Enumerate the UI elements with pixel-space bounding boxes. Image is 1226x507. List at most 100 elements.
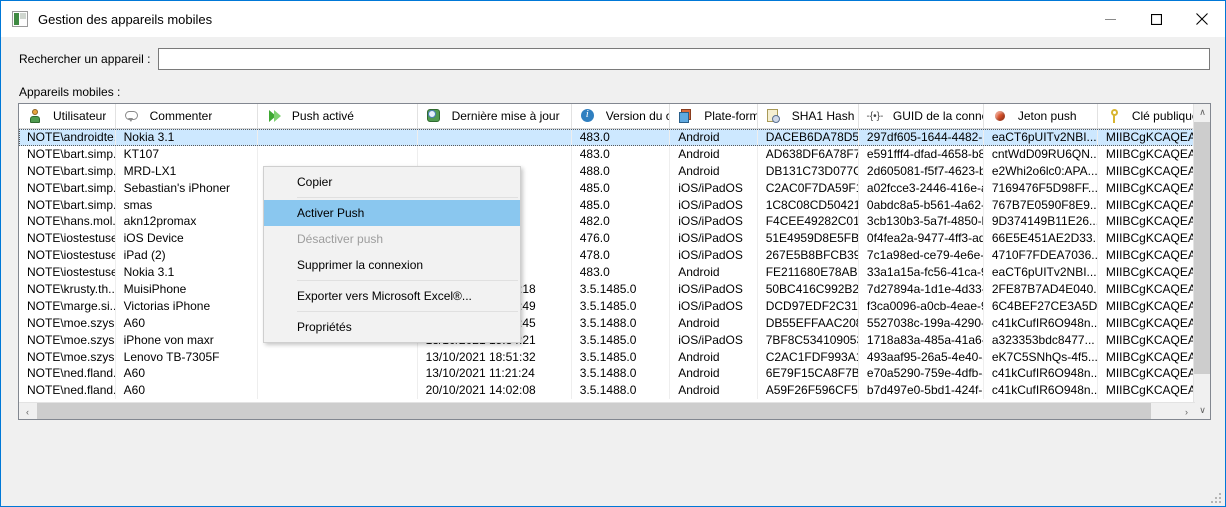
window-title: Gestion des appareils mobiles bbox=[38, 11, 213, 27]
cell-platform: iOS/iPadOS bbox=[670, 213, 758, 231]
cell-sha1: A59F26F596CF5... bbox=[758, 382, 859, 399]
cell-platform: Android bbox=[670, 314, 758, 332]
table-row[interactable]: NOTE\moe.szyslakiPhone von maxr13/10/202… bbox=[19, 331, 1210, 349]
column-header-0[interactable]: Utilisateur bbox=[19, 104, 116, 128]
cell-guid: 493aaf95-26a5-4e40-a2... bbox=[859, 348, 984, 366]
column-header-3[interactable]: Dernière mise à jour bbox=[418, 104, 572, 128]
scroll-right-arrow-icon[interactable]: › bbox=[1178, 403, 1195, 419]
cell-comment: iOS Device bbox=[116, 230, 258, 248]
cell-guid: a02fcce3-2446-416e-a2... bbox=[859, 179, 984, 197]
column-header-6[interactable]: SHA1 Hash bbox=[758, 104, 859, 128]
table-row[interactable]: NOTE\hans.mol... akn12promax 482.0 iOS/iPad… bbox=[19, 213, 1210, 231]
cell-platform: Android bbox=[670, 348, 758, 366]
context-menu-separator bbox=[297, 280, 518, 281]
minimize-button[interactable] bbox=[1087, 1, 1133, 37]
context-menu-item-5[interactable]: Propriétés bbox=[264, 314, 520, 340]
table-row[interactable]: NOTE\bart.simp... smas 485.0 iOS/iPadOS 1C8C… bbox=[19, 196, 1210, 214]
cell-sha1: DB55EFFAAC208... bbox=[758, 314, 859, 332]
column-header-8[interactable]: Jeton push bbox=[984, 104, 1098, 128]
cell-guid: 33a1a15a-fc56-41ca-92... bbox=[859, 264, 984, 282]
scroll-down-arrow-icon[interactable]: ∨ bbox=[1194, 402, 1210, 419]
cell-token: 7169476F5D98FF... bbox=[984, 179, 1098, 197]
table-row[interactable]: NOTE\bart.simp... KT107 483.0 Android AD638D… bbox=[19, 145, 1210, 163]
cell-guid: 7c1a98ed-ce79-4e6e-a8... bbox=[859, 247, 984, 265]
cell-sha1: 6E79F15CA8F7B... bbox=[758, 365, 859, 383]
cell-platform: Android bbox=[670, 129, 758, 146]
column-header-label: Push activé bbox=[291, 109, 354, 123]
cell-sha1: F4CEE49282C01... bbox=[758, 213, 859, 231]
cell-sha1: DCD97EDF2C317... bbox=[758, 297, 859, 315]
cell-user: NOTE\krusty.th... bbox=[19, 281, 116, 298]
cell-push bbox=[258, 365, 418, 383]
horizontal-scrollbar-thumb[interactable] bbox=[37, 403, 1151, 419]
search-input[interactable] bbox=[158, 48, 1210, 70]
cell-version: 482.0 bbox=[572, 213, 671, 231]
cell-token: eaCT6pUITv2NBI... bbox=[984, 129, 1098, 146]
table-row[interactable]: NOTE\iostestuser iPad (2) 478.0 iOS/iPadOS 2… bbox=[19, 247, 1210, 265]
cell-version: 483.0 bbox=[572, 264, 671, 282]
cell-version: 3.5.1485.0 bbox=[572, 331, 671, 349]
table-row[interactable]: NOTE\bart.simp... MRD-LX1 488.0 Android DB13… bbox=[19, 162, 1210, 180]
cell-push bbox=[258, 348, 418, 366]
horizontal-scrollbar[interactable]: ‹ › bbox=[19, 402, 1195, 419]
hash-document-icon bbox=[766, 108, 782, 124]
cell-platform: Android bbox=[670, 162, 758, 180]
column-header-4[interactable]: Version du client bbox=[572, 104, 671, 128]
cell-version: 476.0 bbox=[572, 230, 671, 248]
table-row[interactable]: NOTE\androidte... Nokia 3.1 483.0 Android DA… bbox=[19, 129, 1210, 146]
column-header-2[interactable]: Push activé bbox=[258, 104, 418, 128]
context-menu-item-0[interactable]: Copier bbox=[264, 169, 520, 195]
column-header-label: GUID de la connexion bbox=[892, 109, 983, 123]
cell-sha1: C2AC0F7DA59F1... bbox=[758, 179, 859, 197]
context-menu-item-1[interactable]: Activer Push bbox=[264, 200, 520, 226]
cell-comment: Sebastian's iPhoner bbox=[116, 179, 258, 197]
resize-grip[interactable] bbox=[1211, 493, 1223, 505]
column-header-label: Plate-forme bbox=[704, 109, 757, 123]
table-row[interactable]: NOTE\iostestuser iOS Device 476.0 iOS/iPadO… bbox=[19, 230, 1210, 248]
cell-version: 483.0 bbox=[572, 129, 671, 146]
cell-version: 3.5.1488.0 bbox=[572, 382, 671, 399]
dialog-body: Rechercher un appareil : Appareils mobil… bbox=[2, 37, 1225, 506]
cell-platform: Android bbox=[670, 365, 758, 383]
cell-user: NOTE\iostestuser bbox=[19, 230, 116, 248]
maximize-button[interactable] bbox=[1133, 1, 1179, 37]
column-header-5[interactable]: Plate-forme bbox=[670, 104, 758, 128]
context-menu-item-3[interactable]: Supprimer la connexion bbox=[264, 252, 520, 278]
platform-icon bbox=[678, 108, 694, 124]
scroll-left-arrow-icon[interactable]: ‹ bbox=[19, 403, 36, 419]
table-row[interactable]: NOTE\krusty.th...MuisiPhone13/10/2021 17… bbox=[19, 281, 1210, 298]
cell-user: NOTE\bart.simp... bbox=[19, 179, 116, 197]
column-header-1[interactable]: Commenter bbox=[116, 104, 258, 128]
context-menu-item-4[interactable]: Exporter vers Microsoft Excel®... bbox=[264, 283, 520, 309]
cell-comment: KT107 bbox=[116, 145, 258, 163]
table-row[interactable]: NOTE\bart.simp... Sebastian's iPhoner 485.… bbox=[19, 179, 1210, 197]
cell-comment: iPhone von maxr bbox=[116, 331, 258, 349]
cell-platform: iOS/iPadOS bbox=[670, 179, 758, 197]
cell-sha1: 1C8C08CD50421... bbox=[758, 196, 859, 214]
cell-token: 2FE87B7AD4E040... bbox=[984, 281, 1098, 298]
vertical-scrollbar-thumb[interactable] bbox=[1194, 122, 1210, 374]
column-header-label: Dernière mise à jour bbox=[451, 109, 560, 123]
cell-token: c41kCufIR6O948n... bbox=[984, 365, 1098, 383]
cell-token: 4710F7FDEA7036... bbox=[984, 247, 1098, 265]
table-row[interactable]: NOTE\iostestuser Nokia 3.1 483.0 Android FE2… bbox=[19, 264, 1210, 282]
table-row[interactable]: NOTE\moe.szyslakLenovo TB-7305F 13/10/202… bbox=[19, 348, 1210, 366]
cell-token: eaCT6pUITv2NBI... bbox=[984, 264, 1098, 282]
table-row[interactable]: NOTE\ned.fland... A60 13/10/2021 11:21:24 3… bbox=[19, 365, 1210, 383]
cell-version: 478.0 bbox=[572, 247, 671, 265]
cell-guid: b7d497e0-5bd1-424f-98... bbox=[859, 382, 984, 399]
cell-sha1: DACEB6DA78D5B... bbox=[758, 129, 859, 146]
cell-user: NOTE\hans.mol... bbox=[19, 213, 116, 231]
cell-guid: e70a5290-759e-4dfb-af... bbox=[859, 365, 984, 383]
column-header-7[interactable]: -{•}- GUID de la connexion bbox=[859, 104, 984, 128]
cell-guid: 3cb130b3-5a7f-4850-bf... bbox=[859, 213, 984, 231]
table-row[interactable]: NOTE\ned.fland... A60 20/10/2021 14:02:08 3… bbox=[19, 382, 1210, 399]
table-row[interactable]: NOTE\marge.si...Victorias iPhone07/10/20… bbox=[19, 297, 1210, 315]
scroll-up-arrow-icon[interactable]: ∧ bbox=[1194, 104, 1210, 121]
vertical-scrollbar[interactable]: ∧ ∨ bbox=[1193, 104, 1210, 419]
search-label: Rechercher un appareil : bbox=[19, 52, 151, 66]
close-button[interactable] bbox=[1179, 1, 1225, 37]
cell-user: NOTE\moe.szyslak bbox=[19, 331, 116, 349]
table-row[interactable]: NOTE\moe.szyslakA6020/10/2021 13:58:453.… bbox=[19, 314, 1210, 332]
cell-token: 767B7E0590F8E9... bbox=[984, 196, 1098, 214]
